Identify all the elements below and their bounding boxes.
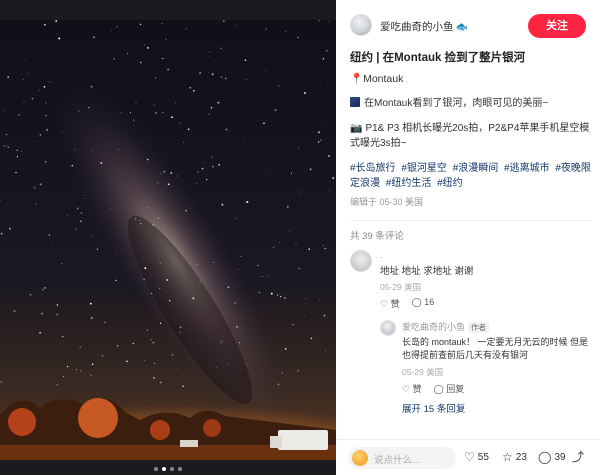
comment-bubble-icon: ◯: [538, 450, 552, 464]
reply-text[interactable]: 长岛的 montauk！ 一定要无月无云的时候 但是也得提前查前后几天有没有银河: [402, 336, 592, 362]
tag-link[interactable]: #纽约: [437, 178, 463, 189]
carousel-dot[interactable]: [178, 467, 182, 471]
tag-link[interactable]: #逃离城市: [504, 163, 550, 174]
comment-actions: ♡ 赞 ◯ 16: [380, 297, 592, 310]
milky-way-emoji-icon: [350, 97, 360, 107]
photo-carousel[interactable]: [0, 0, 336, 475]
location-pin-icon: 📍: [350, 73, 364, 85]
like-button[interactable]: ♡ 赞: [380, 297, 400, 310]
milky-way-photo: [0, 20, 336, 460]
reply-item: 爱吃曲奇的小鱼 作者 长岛的 montauk！ 一定要无月无云的时候 但是也得提前…: [380, 320, 592, 395]
note-content[interactable]: 纽约 | 在Montauk 捡到了整片银河 📍Montauk 在Montauk看…: [350, 50, 592, 440]
author-name[interactable]: 爱吃曲奇的小鱼 🐟: [380, 19, 468, 34]
comment-text[interactable]: 地址 地址 求地址 谢谢: [380, 263, 592, 277]
carousel-dot[interactable]: [170, 467, 174, 471]
reply-icon: ◯: [433, 384, 444, 394]
share-icon: ⤴: [572, 450, 585, 464]
tag-link[interactable]: #纽约生活: [386, 178, 432, 189]
star-icon: ☆: [502, 450, 513, 464]
replier-name[interactable]: 爱吃曲奇的小鱼 作者: [402, 320, 592, 333]
commenter-avatar[interactable]: [350, 250, 372, 272]
post-paragraph-1: 在Montauk看到了银河，肉眼可见的美丽~: [350, 96, 592, 111]
share-button[interactable]: ⤴: [572, 451, 584, 463]
fish-icon: 🐟: [455, 22, 468, 33]
comment-date: 05-29 美国: [380, 282, 422, 292]
carousel-dot[interactable]: [154, 467, 158, 471]
comment-count-button[interactable]: ◯ 39: [538, 451, 566, 463]
reply-actions: ♡ 赞 ◯ 回复: [402, 382, 592, 395]
tag-link[interactable]: #长岛旅行: [350, 163, 396, 174]
comment-input[interactable]: 说点什么...: [348, 447, 456, 469]
author-badge: 作者: [468, 322, 490, 333]
engagement-bar: 说点什么... ♡ 55 ☆ 23 ◯ 39 ⤴: [336, 439, 600, 475]
comment-count: 共 39 条评论: [350, 231, 404, 242]
author-header: 爱吃曲奇的小鱼 🐟 关注: [336, 12, 600, 42]
reply-button[interactable]: ◯ 回复: [434, 382, 465, 395]
post-title: 纽约 | 在Montauk 捡到了整片银河: [350, 52, 526, 64]
tag-link[interactable]: #银河星空: [401, 163, 447, 174]
tag-link[interactable]: #浪漫瞬间: [453, 163, 499, 174]
note-detail-panel: 爱吃曲奇的小鱼 🐟 关注 纽约 | 在Montauk 捡到了整片银河 📍Monta…: [336, 0, 600, 475]
heart-icon: ♡: [464, 450, 475, 464]
author-avatar[interactable]: [350, 14, 372, 36]
edited-date: 编辑于 05-30 美国: [350, 197, 424, 207]
post-tags: #长岛旅行 #银河星空 #浪漫瞬间 #逃离城市 #夜晚限定浪漫 #纽约生活 #纽…: [350, 161, 592, 191]
post-location[interactable]: 📍Montauk: [350, 72, 592, 86]
follow-button[interactable]: 关注: [528, 14, 586, 38]
like-count-button[interactable]: ♡ 55: [464, 451, 489, 463]
replier-avatar[interactable]: [380, 320, 396, 336]
my-avatar: [352, 450, 368, 466]
comment-placeholder: 说点什么...: [374, 455, 420, 466]
post-paragraph-2: 📷 P1& P3 相机长曝光20s拍，P2&P4苹果手机星空模式曝光3s拍~: [350, 123, 590, 149]
heart-icon: ♡: [402, 384, 411, 394]
like-button[interactable]: ♡ 赞: [402, 382, 422, 395]
carousel-dot-active[interactable]: [162, 467, 166, 471]
reply-button[interactable]: ◯ 16: [412, 297, 435, 310]
comment-item: . 地址 地址 求地址 谢谢 05-29 美国 ♡ 赞 ◯ 16: [350, 250, 592, 310]
divider: [350, 220, 592, 221]
note-viewer: 爱吃曲奇的小鱼 🐟 关注 纽约 | 在Montauk 捡到了整片银河 📍Monta…: [0, 0, 600, 475]
heart-icon: ♡: [380, 299, 389, 309]
carousel-dots[interactable]: [0, 467, 336, 471]
collect-count-button[interactable]: ☆ 23: [502, 451, 527, 463]
reply-date: 05-29 美国: [402, 367, 444, 377]
expand-replies-link[interactable]: 展开 15 条回复: [402, 401, 592, 415]
reply-icon: ◯: [411, 297, 422, 307]
camera-icon: 📷: [350, 123, 363, 134]
commenter-name[interactable]: .: [380, 250, 592, 260]
